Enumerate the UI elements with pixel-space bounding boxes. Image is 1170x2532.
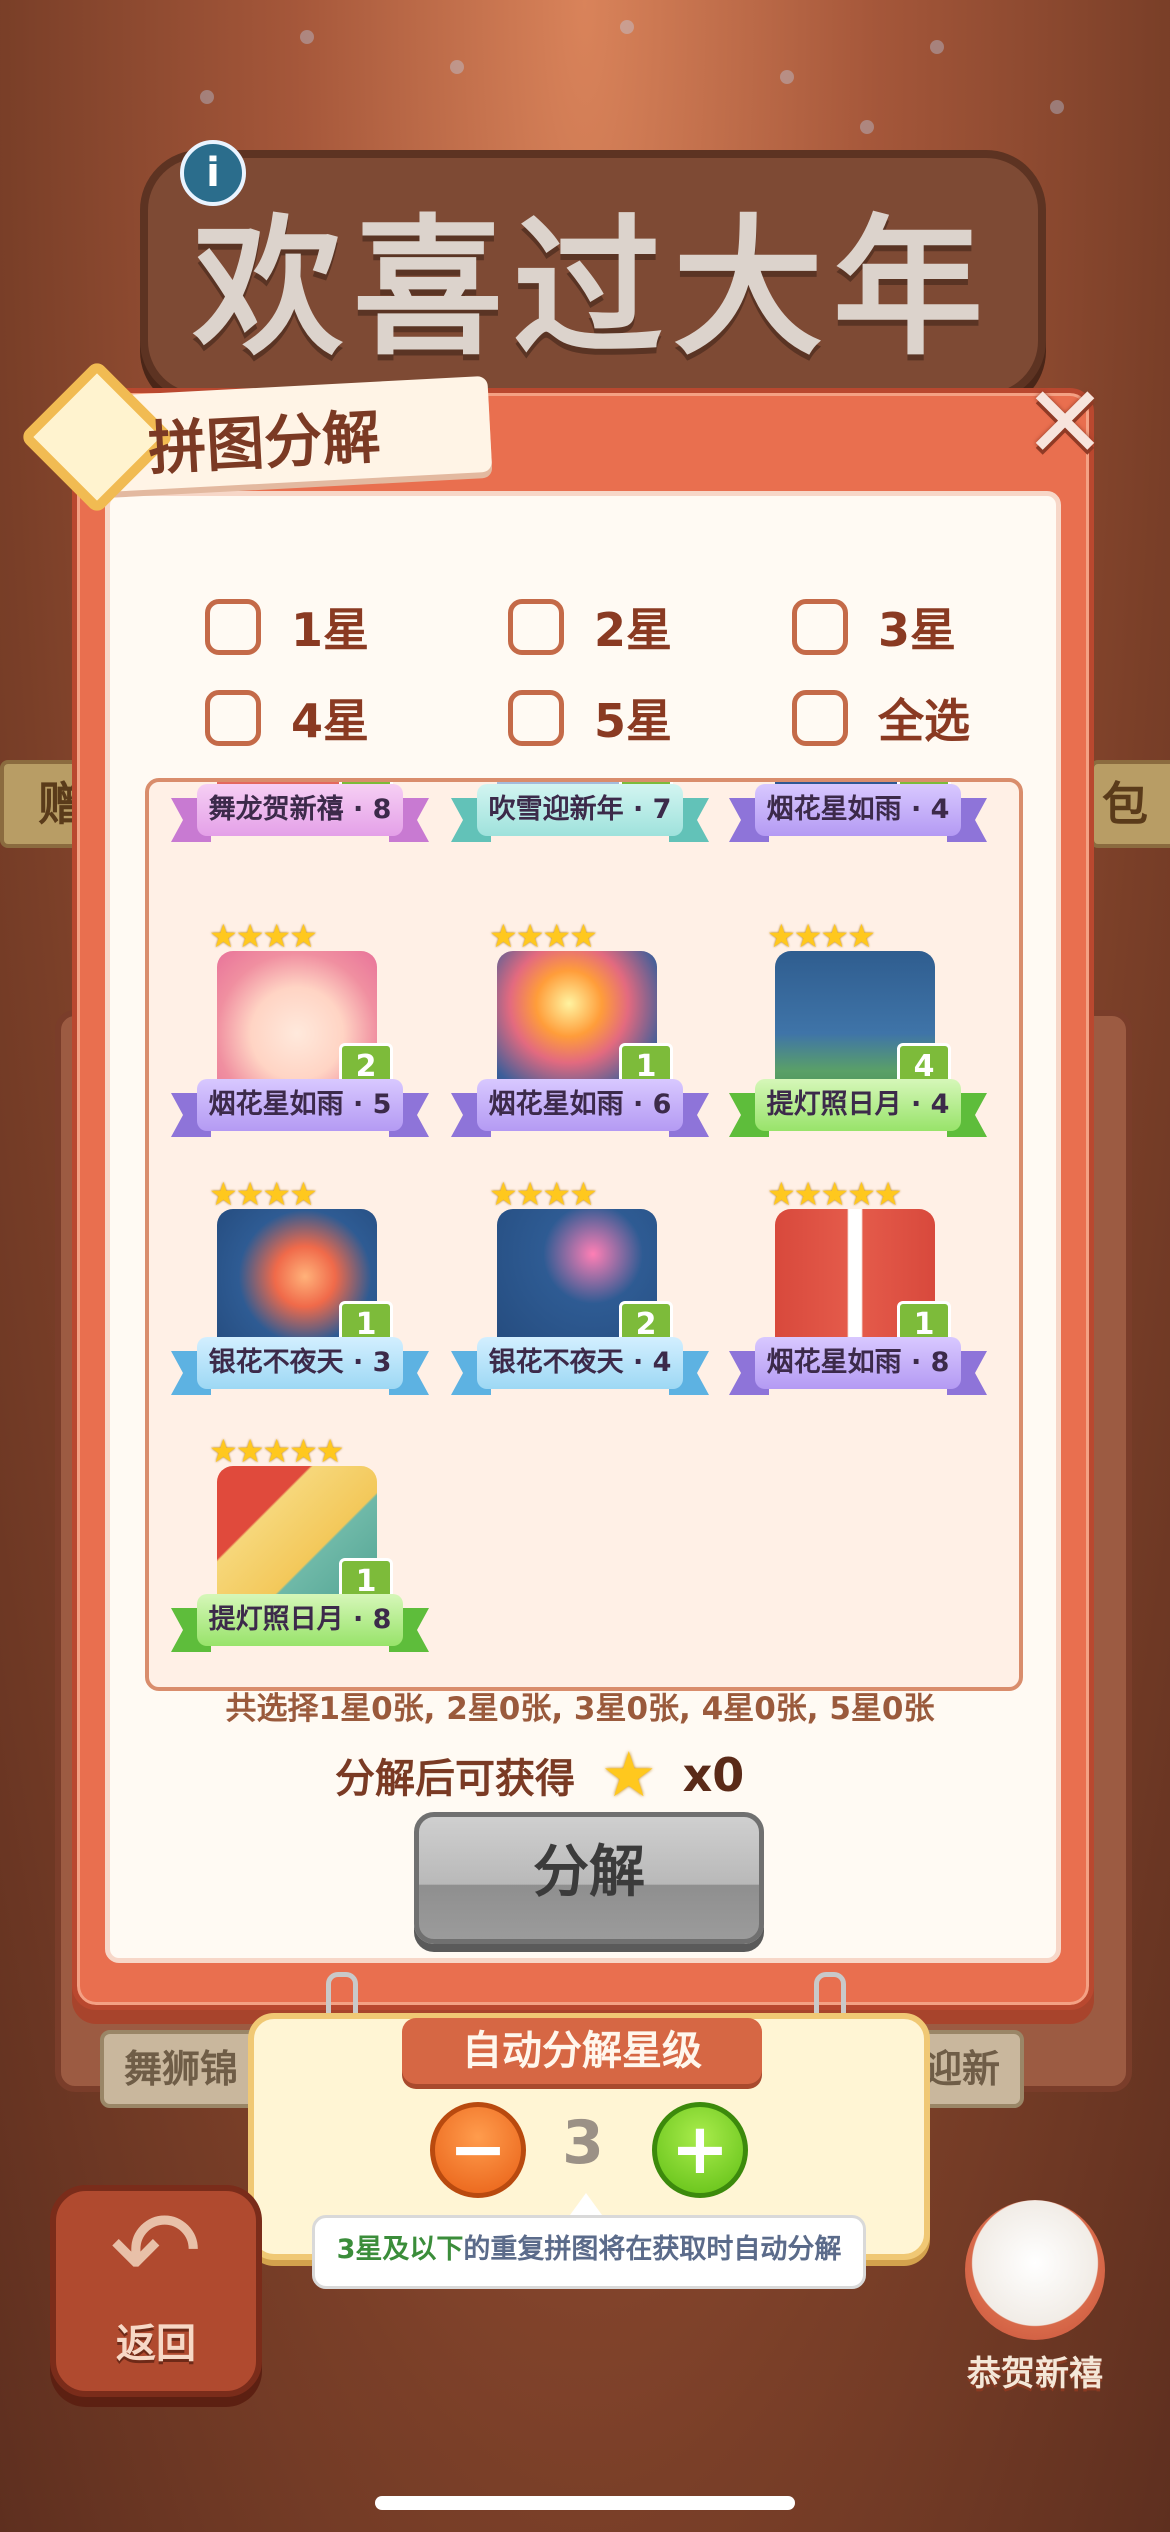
star-rating: ★★★★ [209,1175,318,1213]
card-banner: 银花不夜天 · 3 [171,1337,429,1395]
card-banner: 烟花星如雨 · 8 [729,1337,987,1395]
puzzle-card[interactable]: ★★★★★ 1 提灯照日月 · 8 [169,1432,431,1682]
card-banner: 烟花星如雨 · 6 [451,1079,709,1137]
back-label: 返回 [116,2321,196,2367]
puzzle-card[interactable]: 1 烟花星如雨 · 4 [727,782,989,872]
star-rating: ★★★★ [489,917,598,955]
card-banner: 舞龙贺新禧 · 8 [171,784,429,842]
card-name: 吹雪迎新年 · 7 [477,784,683,836]
card-name: 烟花星如雨 · 4 [755,784,961,836]
puzzle-card[interactable]: ★★★★ 2 烟花星如雨 · 5 [169,917,431,1167]
checkbox[interactable] [508,690,564,746]
card-name: 银花不夜天 · 4 [477,1337,683,1389]
star-rating: ★★★★ [209,917,318,955]
auto-decompose-level: 3 [562,2108,604,2178]
card-banner: 烟花星如雨 · 4 [729,784,987,842]
filter-5-star[interactable]: 5星 [508,683,672,753]
star-rating: ★★★★★ [209,1432,344,1470]
card-banner: 提灯照日月 · 8 [171,1594,429,1652]
card-banner: 烟花星如雨 · 5 [171,1079,429,1137]
filter-2-star[interactable]: 2星 [508,592,672,662]
card-name: 提灯照日月 · 8 [197,1594,403,1646]
plus-button[interactable]: + [652,2102,748,2198]
puzzle-card[interactable]: ★★★★ 4 提灯照日月 · 4 [727,917,989,1167]
filter-1-star[interactable]: 1星 [205,592,369,662]
star-rating: ★★★★★ [767,1175,902,1213]
star-rating: ★★★★ [489,1175,598,1213]
card-banner: 提灯照日月 · 4 [729,1079,987,1137]
decompose-button[interactable]: 分解 [414,1812,764,1944]
puzzle-card[interactable]: 2 舞龙贺新禧 · 8 [169,782,431,872]
selection-summary: 共选择1星0张, 2星0张, 3星0张, 4星0张, 5星0张 [225,1691,935,1727]
filter-label: 4星 [291,694,370,748]
card-name: 烟花星如雨 · 5 [197,1079,403,1131]
filter-row-1: 1星 2星 3星 [200,592,1000,662]
greeting-label: 恭贺新禧 [967,2354,1103,2394]
dialog-header: 拼图分解 [19,359,493,515]
event-title: 欢喜过大年 [192,202,993,376]
close-button[interactable]: ✕ [1020,373,1110,473]
filter-row-2: 4星 5星 全选 [200,683,1000,753]
checkbox[interactable] [792,599,848,655]
reward-label: 分解后可获得 [335,1756,575,1802]
greeting-mascot-button[interactable]: 恭贺新禧 [940,2200,1130,2400]
filter-label: 全选 [878,694,970,748]
hint-highlight: 3星及以下 [336,2234,464,2265]
reward-quantity: x0 [682,1748,745,1802]
checkbox[interactable] [205,599,261,655]
card-name: 提灯照日月 · 4 [755,1079,961,1131]
filter-label: 1星 [291,603,370,657]
filter-4-star[interactable]: 4星 [205,683,369,753]
back-arrow-icon: ↶ [109,2187,203,2315]
hint-text: 的重复拼图将在获取时自动分解 [463,2234,842,2265]
card-banner: 银花不夜天 · 4 [451,1337,709,1395]
star-icon: ★ [601,1738,657,1811]
puzzle-card[interactable]: 1 吹雪迎新年 · 7 [449,782,711,872]
auto-decompose-title: 自动分解星级 [402,2018,762,2084]
back-button[interactable]: ↶ 返回 [50,2185,262,2397]
hint-pointer [570,2193,602,2215]
checkbox[interactable] [508,599,564,655]
checkbox[interactable] [792,690,848,746]
auto-decompose-hint: 3星及以下的重复拼图将在获取时自动分解 [312,2215,866,2289]
event-title-board: 欢喜过大年 [140,150,1046,401]
card-name: 舞龙贺新禧 · 8 [197,784,403,836]
puzzle-card[interactable]: ★★★★★ 1 烟花星如雨 · 8 [727,1175,989,1425]
info-icon[interactable]: i [180,140,246,206]
card-banner: 吹雪迎新年 · 7 [451,784,709,842]
home-indicator [375,2496,795,2510]
card-name: 烟花星如雨 · 8 [755,1337,961,1389]
card-name: 烟花星如雨 · 6 [477,1079,683,1131]
card-name: 银花不夜天 · 3 [197,1337,403,1389]
filter-label: 3星 [878,603,957,657]
background-label-left: 舞狮锦 [100,2030,263,2108]
puzzle-card[interactable]: ★★★★ 1 烟花星如雨 · 6 [449,917,711,1167]
mascot-icon [965,2200,1105,2340]
dialog-title: 拼图分解 [146,402,382,484]
star-rating: ★★★★ [767,917,876,955]
right-side-strip: 包 [1090,760,1170,848]
puzzle-grid[interactable]: 2 舞龙贺新禧 · 8 1 吹雪迎新年 · 7 1 烟花星如雨 · 4 ★★★★… [145,778,1023,1691]
puzzle-card[interactable]: ★★★★ 1 银花不夜天 · 3 [169,1175,431,1425]
checkbox[interactable] [205,690,261,746]
puzzle-card[interactable]: ★★★★ 2 银花不夜天 · 4 [449,1175,711,1425]
filter-select-all[interactable]: 全选 [792,683,970,753]
filter-label: 2星 [594,603,673,657]
reward-row: 分解后可获得 ★ x0 [335,1740,744,1810]
filter-label: 5星 [594,694,673,748]
minus-button[interactable]: − [430,2102,526,2198]
filter-3-star[interactable]: 3星 [792,592,956,662]
